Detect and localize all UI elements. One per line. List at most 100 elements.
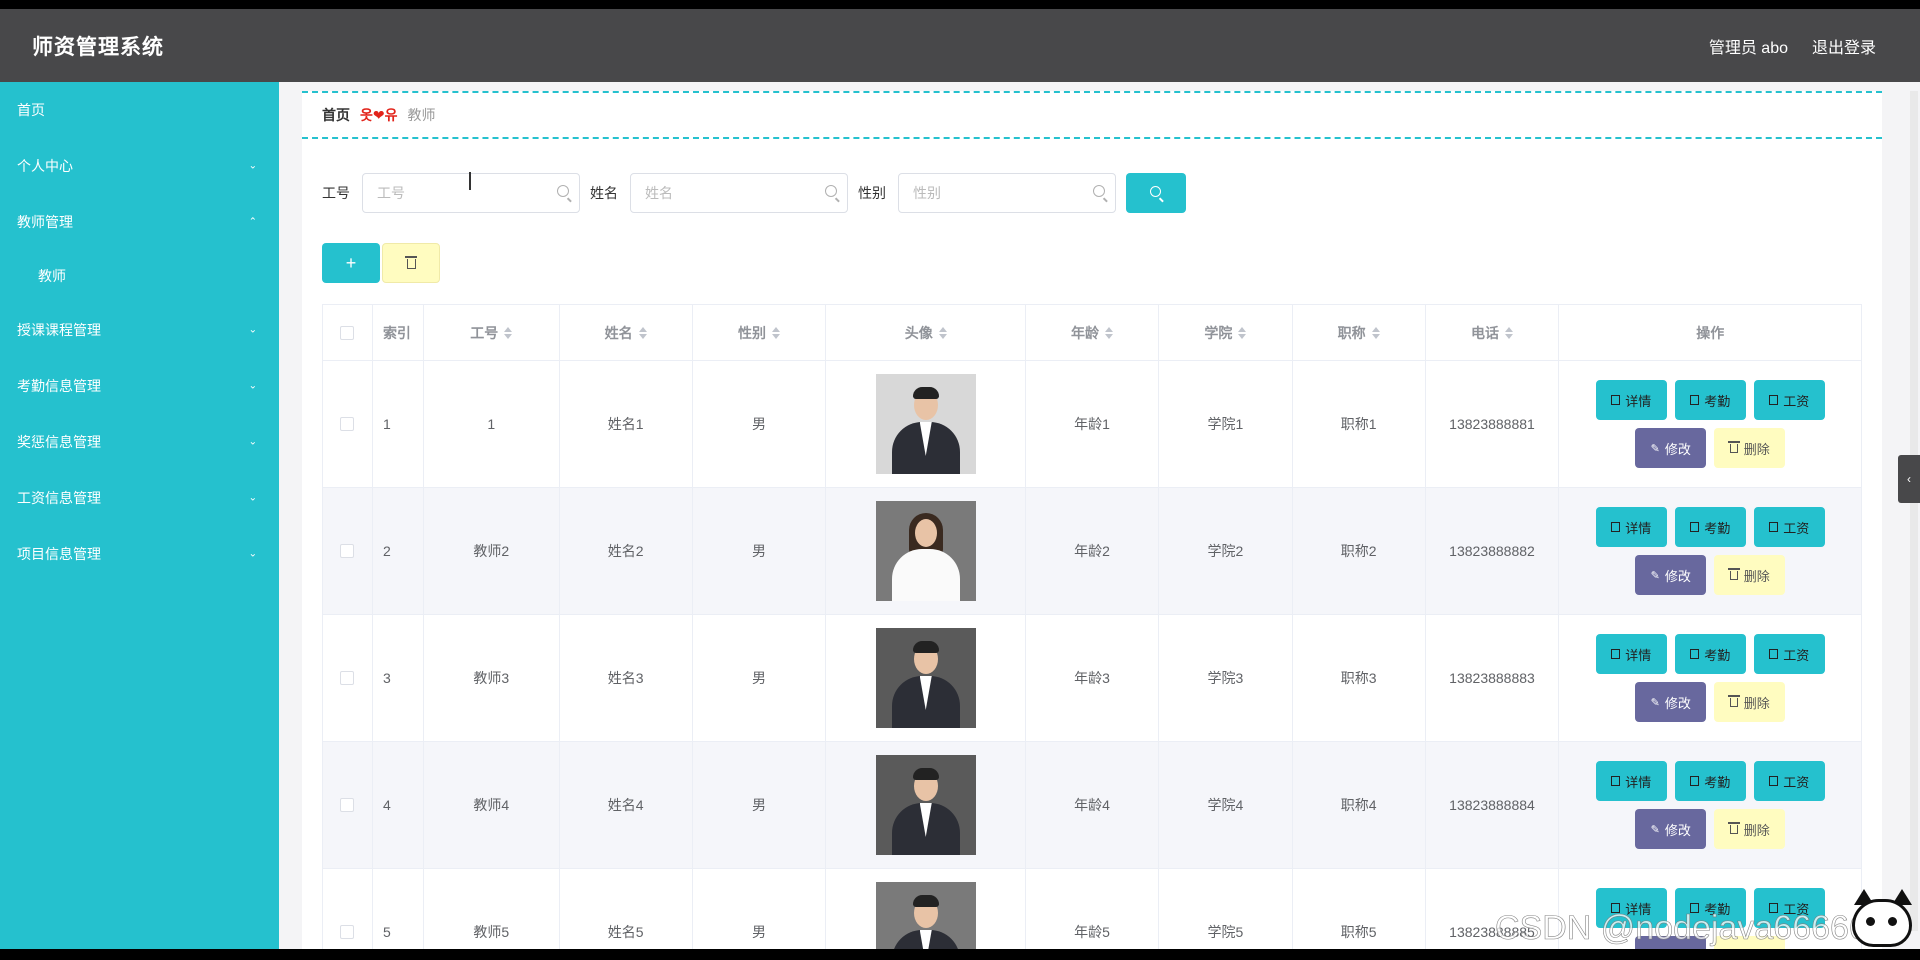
cell-title: 职称1 <box>1293 361 1426 487</box>
button-label: 工资 <box>1783 520 1810 536</box>
delete-button[interactable]: 删除 <box>1714 428 1786 468</box>
text-cursor <box>469 172 471 190</box>
cell-gender: 男 <box>693 615 827 741</box>
cell-index: 2 <box>373 488 424 614</box>
cell-avatar <box>826 869 1027 949</box>
gonghao-input[interactable]: 工号 <box>362 173 580 213</box>
row-checkbox[interactable] <box>340 798 355 812</box>
sort-icon[interactable] <box>504 326 513 339</box>
document-icon <box>1690 395 1700 405</box>
sidebar-item-reward-management[interactable]: 奖惩信息管理 ⌄ <box>0 414 279 470</box>
table-row: 1 1 姓名1 男 年龄1 学院1 职称1 13823888881 详情 考勤 … <box>323 361 1861 488</box>
cell-gender: 男 <box>693 869 827 949</box>
xingbie-placeholder: 性别 <box>913 185 941 201</box>
batch-delete-button[interactable] <box>382 243 440 283</box>
salary-button[interactable]: 工资 <box>1753 380 1825 420</box>
sidebar-item-personal-center[interactable]: 个人中心 ⌄ <box>0 138 279 194</box>
top-header: 师资管理系统 管理员 abo 退出登录 <box>0 9 1920 82</box>
logout-link[interactable]: 退出登录 <box>1812 34 1876 58</box>
attendance-button[interactable]: 考勤 <box>1674 507 1746 547</box>
sort-icon[interactable] <box>1371 326 1380 339</box>
edit-button[interactable]: ✎ 修改 <box>1635 428 1707 468</box>
column-header-gender[interactable]: 性别 <box>693 305 827 360</box>
chevron-left-icon: ‹ <box>1907 472 1911 486</box>
attendance-button[interactable]: 考勤 <box>1674 380 1746 420</box>
column-header-gonghao[interactable]: 工号 <box>424 305 560 360</box>
sort-icon[interactable] <box>1505 326 1513 339</box>
column-header-avatar[interactable]: 头像 <box>826 305 1027 360</box>
attendance-button[interactable]: 考勤 <box>1674 634 1746 674</box>
sort-icon[interactable] <box>938 326 947 339</box>
salary-button[interactable]: 工资 <box>1753 634 1825 674</box>
delete-button[interactable]: 删除 <box>1714 809 1786 849</box>
column-header-title[interactable]: 职称 <box>1293 305 1426 360</box>
chevron-down-icon: ⌄ <box>248 548 257 560</box>
column-header-phone[interactable]: 电话 <box>1426 305 1560 360</box>
app-title: 师资管理系统 <box>32 35 164 59</box>
table-row: 4 教师4 姓名4 男 年龄4 学院4 职称4 13823888884 详情 考… <box>323 742 1861 869</box>
chevron-down-icon: ⌄ <box>248 324 257 336</box>
row-checkbox[interactable] <box>340 671 355 685</box>
sidebar-item-salary-management[interactable]: 工资信息管理 ⌄ <box>0 470 279 526</box>
edit-button[interactable]: ✎ 修改 <box>1635 682 1707 722</box>
detail-button[interactable]: 详情 <box>1595 380 1667 420</box>
cell-age: 年龄4 <box>1026 742 1159 868</box>
teacher-photo <box>875 755 976 855</box>
document-icon <box>1611 395 1621 405</box>
button-label: 详情 <box>1625 393 1652 409</box>
button-label: 工资 <box>1783 774 1810 790</box>
table-row: 3 教师3 姓名3 男 年龄3 学院3 职称3 13823888883 详情 考… <box>323 615 1861 742</box>
delete-button[interactable]: 删除 <box>1714 682 1786 722</box>
sidebar-item-home[interactable]: 首页 <box>0 82 279 138</box>
select-all-checkbox[interactable] <box>340 325 355 340</box>
sidebar-item-teacher-management[interactable]: 教师管理 ⌃ <box>0 194 279 250</box>
sort-icon[interactable] <box>771 326 780 339</box>
button-label: 修改 <box>1664 695 1691 711</box>
xingming-input[interactable]: 姓名 <box>630 173 848 213</box>
column-header-age[interactable]: 年龄 <box>1026 305 1159 360</box>
cell-avatar <box>826 361 1027 487</box>
detail-button[interactable]: 详情 <box>1595 634 1667 674</box>
cell-age: 年龄1 <box>1026 361 1159 487</box>
salary-button[interactable]: 工资 <box>1753 761 1825 801</box>
add-button[interactable]: + <box>322 243 380 283</box>
sidebar-item-attendance-management[interactable]: 考勤信息管理 ⌄ <box>0 358 279 414</box>
sidebar-item-project-management[interactable]: 项目信息管理 ⌄ <box>0 526 279 582</box>
detail-button[interactable]: 详情 <box>1595 761 1667 801</box>
breadcrumb-home[interactable]: 首页 <box>322 105 350 125</box>
cell-phone: 13823888884 <box>1426 742 1560 868</box>
button-label: 修改 <box>1664 568 1691 584</box>
edit-button[interactable]: ✎ 修改 <box>1635 555 1707 595</box>
trash-icon <box>404 256 417 269</box>
cat-mascot-icon <box>1848 889 1920 949</box>
column-header-label: 操作 <box>1696 324 1725 341</box>
panel-toggle-button[interactable]: ‹ <box>1898 455 1920 503</box>
cell-age: 年龄3 <box>1026 615 1159 741</box>
row-checkbox[interactable] <box>340 417 355 431</box>
sort-icon[interactable] <box>1238 326 1247 339</box>
row-checkbox[interactable] <box>340 544 355 558</box>
edit-button[interactable]: ✎ 修改 <box>1635 809 1707 849</box>
sort-icon[interactable] <box>638 326 647 339</box>
trash-icon <box>1727 568 1740 580</box>
detail-button[interactable]: 详情 <box>1595 507 1667 547</box>
column-header-college[interactable]: 学院 <box>1159 305 1293 360</box>
edit-icon: ✎ <box>1650 442 1660 455</box>
sidebar-item-teacher[interactable]: 教师 <box>0 250 279 302</box>
salary-button[interactable]: 工资 <box>1753 507 1825 547</box>
cell-index: 1 <box>373 361 424 487</box>
page-scrollbar[interactable] <box>1910 91 1918 931</box>
delete-button[interactable]: 删除 <box>1714 555 1786 595</box>
row-checkbox[interactable] <box>340 925 355 939</box>
column-header-name[interactable]: 姓名 <box>560 305 693 360</box>
sidebar-item-label: 首页 <box>17 102 45 118</box>
xingbie-label: 性别 <box>858 185 886 201</box>
search-button[interactable] <box>1126 173 1186 213</box>
sort-icon[interactable] <box>1105 326 1114 339</box>
teacher-photo <box>875 628 976 728</box>
document-icon <box>1690 776 1700 786</box>
sidebar-item-course-management[interactable]: 授课课程管理 ⌄ <box>0 302 279 358</box>
xingbie-input[interactable]: 性别 <box>898 173 1116 213</box>
attendance-button[interactable]: 考勤 <box>1674 761 1746 801</box>
cell-phone: 13823888883 <box>1426 615 1560 741</box>
